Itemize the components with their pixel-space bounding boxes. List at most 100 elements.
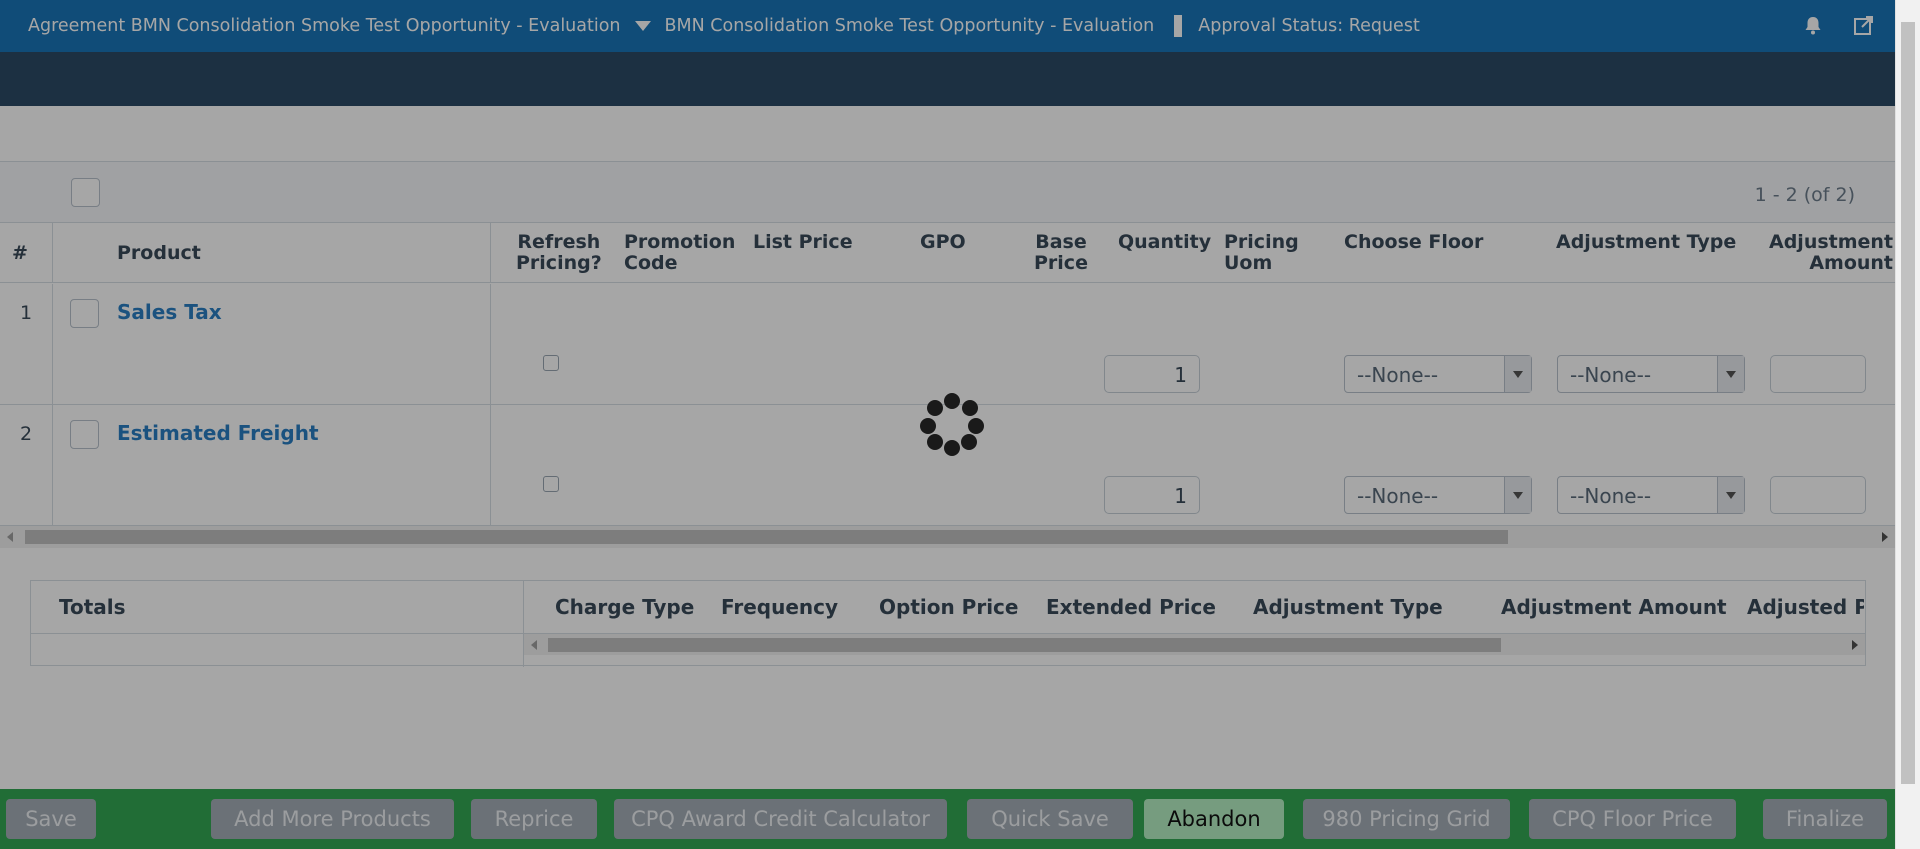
- col-refresh-line2: Pricing?: [516, 252, 602, 274]
- scrollbar-thumb[interactable]: [25, 530, 1508, 544]
- refresh-pricing-checkbox[interactable]: [543, 476, 559, 492]
- spinner-dot: [944, 440, 960, 456]
- divider: [490, 223, 491, 283]
- choose-floor-value: --None--: [1357, 363, 1439, 387]
- scroll-right-icon[interactable]: [1852, 640, 1858, 650]
- col-base-price[interactable]: Base Price: [1034, 232, 1088, 274]
- divider: [490, 284, 491, 405]
- caret-down-icon[interactable]: [634, 21, 651, 31]
- scroll-left-icon[interactable]: [7, 532, 13, 542]
- product-link[interactable]: Sales Tax: [117, 300, 222, 324]
- scrollbar-thumb[interactable]: [548, 638, 1501, 652]
- col-choose-floor[interactable]: Choose Floor: [1344, 232, 1483, 253]
- divider: [52, 284, 53, 405]
- col-base-line2: Price: [1034, 252, 1088, 274]
- pricing-grid-button[interactable]: 980 Pricing Grid: [1303, 799, 1510, 839]
- col-frequency[interactable]: Frequency: [721, 595, 838, 619]
- adjustment-type-select[interactable]: --None--: [1557, 355, 1745, 393]
- col-promotion-code[interactable]: Promotion Code: [624, 232, 735, 274]
- quantity-input[interactable]: 1: [1104, 476, 1200, 514]
- divider: [52, 223, 53, 283]
- quick-save-button[interactable]: Quick Save: [967, 799, 1133, 839]
- chevron-down-icon[interactable]: [1717, 356, 1744, 392]
- col-refresh-line1: Refresh: [517, 231, 601, 253]
- totals-header: Totals Charge Type Frequency Option Pric…: [31, 581, 1865, 667]
- adjustment-type-select[interactable]: --None--: [1557, 476, 1745, 514]
- floor-price-button[interactable]: CPQ Floor Price: [1529, 799, 1736, 839]
- scroll-left-icon[interactable]: [531, 640, 537, 650]
- chevron-down-icon[interactable]: [1504, 356, 1531, 392]
- divider: [490, 405, 491, 526]
- abandon-button[interactable]: Abandon: [1144, 799, 1284, 839]
- choose-floor-select[interactable]: --None--: [1344, 476, 1532, 514]
- spinner-dot: [927, 400, 943, 416]
- col-amount-line2: Amount: [1809, 252, 1894, 274]
- breadcrumb: Agreement BMN Consolidation Smoke Test O…: [28, 0, 1420, 52]
- col-totals-adjustment-type[interactable]: Adjustment Type: [1253, 595, 1443, 619]
- row-select-checkbox[interactable]: [70, 420, 99, 449]
- refresh-pricing-checkbox[interactable]: [543, 355, 559, 371]
- col-extended-price[interactable]: Extended Price: [1046, 595, 1216, 619]
- grid-toolbar: 1 - 2 (of 2): [0, 161, 1895, 223]
- external-link-icon[interactable]: [1853, 14, 1875, 36]
- chevron-down-icon[interactable]: [1717, 477, 1744, 513]
- agreement-title[interactable]: Agreement BMN Consolidation Smoke Test O…: [28, 16, 621, 36]
- add-more-products-button[interactable]: Add More Products: [211, 799, 454, 839]
- pagination-info: 1 - 2 (of 2): [1754, 184, 1855, 206]
- spinner-dot: [968, 418, 984, 434]
- col-num: #: [12, 242, 28, 264]
- col-pricing-uom[interactable]: Pricing Uom: [1224, 232, 1299, 274]
- approval-status: Approval Status: Request: [1198, 16, 1420, 36]
- chevron-down-icon[interactable]: [1504, 477, 1531, 513]
- col-adjustment-type[interactable]: Adjustment Type: [1556, 232, 1736, 253]
- col-promo-line1: Promotion: [624, 231, 736, 253]
- finalize-button[interactable]: Finalize: [1763, 799, 1887, 839]
- header-bar: Agreement BMN Consolidation Smoke Test O…: [0, 0, 1920, 52]
- divider: [52, 405, 53, 526]
- award-credit-calculator-button[interactable]: CPQ Award Credit Calculator: [614, 799, 947, 839]
- product-link[interactable]: Estimated Freight: [117, 421, 319, 445]
- spinner-dot: [944, 393, 960, 409]
- col-charge-type[interactable]: Charge Type: [555, 595, 694, 619]
- line-items-grid: 1 - 2 (of 2) # Product Refresh Pricing? …: [0, 161, 1895, 548]
- col-uom-line1: Pricing: [1224, 231, 1299, 253]
- quantity-input[interactable]: 1: [1104, 355, 1200, 393]
- totals-horizontal-scrollbar[interactable]: [524, 634, 1865, 655]
- grid-horizontal-scrollbar[interactable]: [0, 526, 1895, 548]
- page-vertical-scrollbar[interactable]: [1895, 0, 1920, 849]
- scrollbar-thumb[interactable]: [1901, 22, 1915, 784]
- row-select-checkbox[interactable]: [70, 299, 99, 328]
- select-all-checkbox[interactable]: [71, 178, 100, 207]
- adjustment-amount-input[interactable]: [1770, 476, 1866, 514]
- save-button[interactable]: Save: [6, 799, 96, 839]
- adjustment-type-value: --None--: [1570, 484, 1652, 508]
- col-totals-adjustment-amount[interactable]: Adjustment Amount: [1501, 595, 1727, 619]
- scroll-right-icon[interactable]: [1882, 532, 1888, 542]
- col-refresh-pricing[interactable]: Refresh Pricing?: [516, 232, 602, 274]
- separator: [1174, 15, 1183, 37]
- adjustment-amount-input[interactable]: [1770, 355, 1866, 393]
- col-quantity[interactable]: Quantity: [1118, 232, 1211, 253]
- reprice-button[interactable]: Reprice: [471, 799, 597, 839]
- col-adjusted-price[interactable]: Adjusted Pri: [1747, 595, 1864, 619]
- table-row: 1 Sales Tax 1 --None-- --None--: [0, 284, 1895, 405]
- adjustment-type-value: --None--: [1570, 363, 1652, 387]
- col-promo-line2: Code: [624, 252, 678, 274]
- col-product[interactable]: Product: [117, 243, 201, 264]
- choose-floor-value: --None--: [1357, 484, 1439, 508]
- spinner-dot: [961, 434, 977, 450]
- col-list-price[interactable]: List Price: [753, 232, 853, 253]
- spinner-dot: [920, 418, 936, 434]
- col-gpo[interactable]: GPO: [920, 232, 966, 253]
- loading-spinner-icon: [920, 393, 984, 457]
- totals-label: Totals: [59, 595, 126, 619]
- sub-header-bar: [0, 52, 1920, 106]
- col-base-line1: Base: [1035, 231, 1087, 253]
- bell-icon[interactable]: [1802, 14, 1824, 36]
- opportunity-title[interactable]: BMN Consolidation Smoke Test Opportunity…: [665, 16, 1155, 36]
- col-adjustment-amount[interactable]: Adjustment Amount: [1769, 232, 1893, 274]
- totals-panel: Totals Charge Type Frequency Option Pric…: [30, 580, 1866, 667]
- grid-header: # Product Refresh Pricing? Promotion Cod…: [0, 223, 1895, 283]
- choose-floor-select[interactable]: --None--: [1344, 355, 1532, 393]
- col-option-price[interactable]: Option Price: [879, 595, 1018, 619]
